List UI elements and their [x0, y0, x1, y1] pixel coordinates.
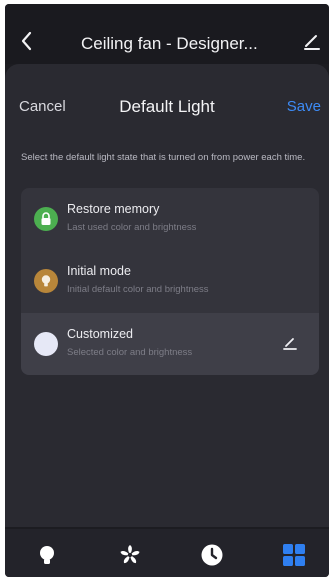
- option-title: Initial mode: [67, 264, 131, 278]
- bottom-nav: [5, 529, 329, 577]
- light-state-options: Restore memory Last used color and brigh…: [21, 188, 319, 375]
- option-title: Customized: [67, 327, 133, 341]
- grid-icon: [283, 544, 305, 566]
- edit-customized-button[interactable]: [283, 336, 297, 350]
- pencil-icon: [304, 35, 320, 50]
- sheet-description: Select the default light state that is t…: [21, 152, 306, 163]
- back-button[interactable]: [19, 30, 35, 52]
- color-swatch: [34, 332, 58, 356]
- option-customized[interactable]: Customized Selected color and brightness: [21, 313, 319, 375]
- lock-icon: [34, 207, 58, 231]
- clock-icon: [201, 544, 223, 566]
- app-bar: Ceiling fan - Designer...: [5, 4, 329, 64]
- sheet-title: Default Light: [119, 97, 215, 116]
- option-title: Restore memory: [67, 202, 160, 216]
- pencil-icon: [283, 338, 297, 350]
- fan-icon: [120, 545, 140, 564]
- nav-schedule-tab[interactable]: [200, 543, 224, 567]
- nav-light-tab[interactable]: [35, 543, 59, 567]
- nav-fan-tab[interactable]: [118, 543, 142, 567]
- default-light-sheet: Cancel Default Light Save Select the def…: [5, 64, 329, 527]
- option-subtitle: Selected color and brightness: [67, 347, 193, 358]
- option-initial-mode[interactable]: Initial mode Initial default color and b…: [21, 250, 319, 312]
- lightbulb-icon: [34, 269, 58, 293]
- option-subtitle: Initial default color and brightness: [67, 284, 209, 295]
- option-restore-memory[interactable]: Restore memory Last used color and brigh…: [21, 188, 319, 250]
- rename-button[interactable]: [303, 32, 321, 50]
- lightbulb-icon: [40, 546, 54, 564]
- option-subtitle: Last used color and brightness: [67, 222, 197, 233]
- chevron-left-icon: [21, 31, 32, 51]
- device-title: Ceiling fan - Designer...: [81, 34, 258, 53]
- nav-more-tab[interactable]: [282, 543, 306, 567]
- phone-screen: Ceiling fan - Designer... Cancel Default…: [5, 4, 329, 577]
- save-button[interactable]: Save: [287, 98, 321, 115]
